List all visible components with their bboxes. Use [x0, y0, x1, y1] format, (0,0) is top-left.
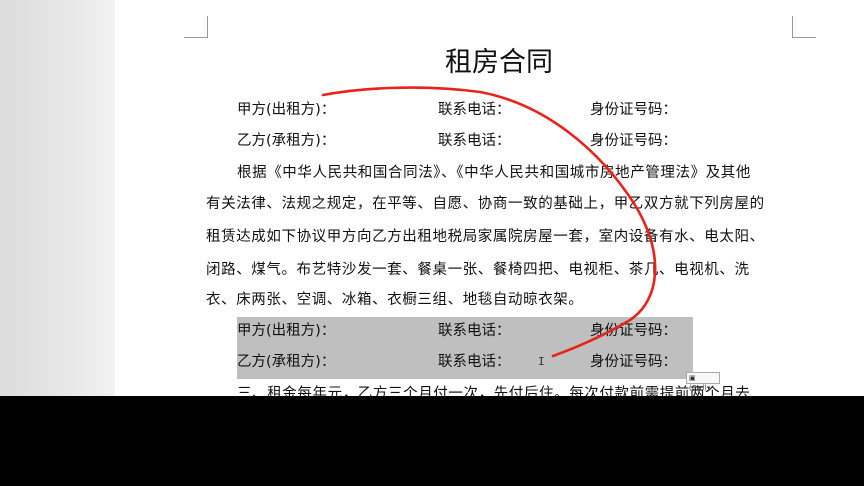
paragraph-line[interactable]: 根据《中华人民共和国合同法》、《中华人民共和国城市房地产管理法》及其他: [237, 161, 751, 182]
document-title: 租房合同: [445, 47, 553, 78]
pasted-lessor-phone-label: 联系电话：: [438, 323, 511, 339]
lessee-label: 乙方(承租方)：: [237, 133, 336, 149]
clause-three-line[interactable]: 三、租金每年元，乙方三个月付一次，先付后住。每次付款前需提前两个月去: [237, 382, 750, 396]
pasted-lessor-label: 甲方(出租方)：: [237, 323, 336, 339]
paragraph-line[interactable]: 衣、床两张、空调、冰箱、衣橱三组、地毯自动晾衣架。: [206, 288, 584, 309]
clipboard-icon: ▣: [689, 374, 696, 382]
crop-mark-top-left: [184, 16, 208, 38]
pasted-lessor-id-label: 身份证号码：: [590, 323, 677, 339]
letterbox-bar: [0, 396, 864, 486]
paragraph-line[interactable]: 租赁达成如下协议甲方向乙方出租地税局家属院房屋一套，室内设备有水、电太阳、: [206, 225, 765, 246]
crop-mark-top-right: [792, 16, 816, 38]
text-cursor-icon: I: [538, 355, 545, 368]
pasted-row-lessee[interactable]: 乙方(承租方)： 联系电话： 身份证号码：: [0, 350, 864, 376]
party-row-lessor[interactable]: 甲方(出租方)： 联系电话： 身份证号码：: [0, 98, 864, 124]
lessor-phone-label: 联系电话：: [438, 102, 511, 118]
paragraph-line[interactable]: 闭路、煤气。布艺特沙发一套、餐桌一张、餐椅四把、电视柜、茶几、电视机、洗: [206, 258, 750, 279]
pasted-row-lessor[interactable]: 甲方(出租方)： 联系电话： 身份证号码：: [0, 319, 864, 345]
lessee-id-label: 身份证号码：: [590, 133, 677, 149]
lessor-label: 甲方(出租方)：: [237, 102, 336, 118]
party-row-lessee[interactable]: 乙方(承租方)： 联系电话： 身份证号码：: [0, 129, 864, 155]
paragraph-line[interactable]: 有关法律、法规之规定，在平等、自愿、协商一致的基础上，甲乙双方就下列房屋的: [206, 192, 765, 213]
document-viewport: 租房合同 甲方(出租方)： 联系电话： 身份证号码： 乙方(承租方)： 联系电话…: [0, 0, 864, 396]
lessor-id-label: 身份证号码：: [590, 102, 677, 118]
pasted-lessee-label: 乙方(承租方)：: [237, 354, 336, 370]
lessee-phone-label: 联系电话：: [438, 133, 511, 149]
pasted-lessee-phone-label: 联系电话：: [438, 354, 511, 370]
pasted-lessee-id-label: 身份证号码：: [590, 354, 677, 370]
